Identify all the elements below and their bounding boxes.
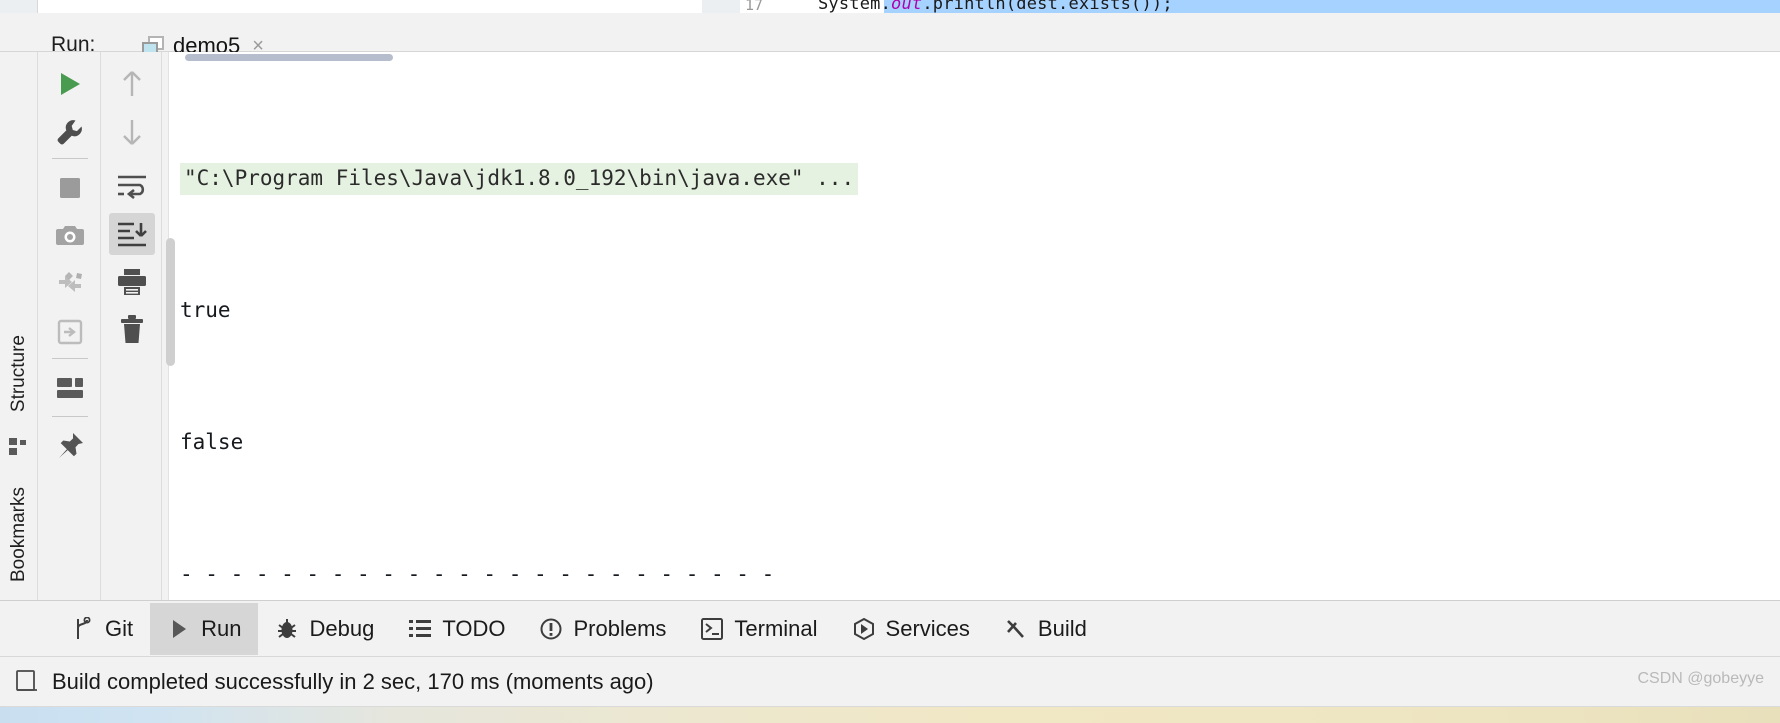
sidebar-item-structure[interactable]: Structure [0, 314, 38, 434]
console-line: true [180, 298, 231, 322]
pin-icon [59, 433, 83, 458]
status-bar: Build completed successfully in 2 sec, 1… [0, 657, 1780, 707]
stop-square-icon [60, 178, 80, 198]
stop-button[interactable] [39, 164, 101, 212]
scroll-to-end-button[interactable] [101, 210, 162, 258]
soft-wrap-button[interactable] [101, 162, 162, 210]
console-line-separator: - - - - - - - - - - - - - - - - - - - - … [180, 562, 775, 586]
tab-build[interactable]: Build [987, 603, 1104, 655]
tab-todo[interactable]: TODO [391, 603, 522, 655]
run-actions-toolbar [39, 52, 101, 600]
tab-label: Terminal [734, 615, 818, 641]
services-play-icon [852, 617, 876, 641]
dump-threads-button[interactable] [39, 260, 101, 308]
bottom-accent-bar [0, 707, 1780, 723]
bug-icon [275, 617, 299, 641]
command-line-text: "C:\Program Files\Java\jdk1.8.0_192\bin\… [180, 163, 859, 195]
editor-code-line: System.out.println(dest.exists()); [818, 0, 1173, 13]
console-scrollbar-thumb[interactable] [166, 238, 175, 366]
arrow-up-icon [122, 71, 141, 96]
code-field-out: out [891, 0, 923, 13]
soft-wrap-icon [117, 175, 146, 199]
editor-sliver: 17 System.out.println(dest.exists()); [0, 0, 1780, 13]
watermark: CSDN @gobeyye [1637, 670, 1764, 687]
screenshot-button[interactable] [39, 212, 101, 260]
toolbar-divider-1 [52, 158, 88, 159]
editor-gutter-secondary [702, 0, 740, 13]
tab-services[interactable]: Services [835, 603, 987, 655]
terminal-prompt-icon [700, 617, 724, 641]
arrow-down-icon [122, 120, 141, 145]
intellij-run-window: 17 System.out.println(dest.exists()); Ru… [0, 0, 1780, 723]
layout-button[interactable] [39, 364, 101, 412]
trash-icon [120, 315, 143, 343]
tab-label: Services [885, 615, 970, 641]
tab-problems[interactable]: Problems [522, 603, 683, 655]
tab-run[interactable]: Run [150, 602, 259, 655]
clear-all-button[interactable] [101, 306, 162, 354]
build-hammer-icon [1004, 617, 1028, 641]
console-line-command: "C:\Program Files\Java\jdk1.8.0_192\bin\… [180, 156, 859, 200]
console-output-panel[interactable]: "C:\Program Files\Java\jdk1.8.0_192\bin\… [162, 52, 1780, 600]
tab-label: Problems [573, 615, 667, 641]
tab-label: Run [201, 615, 242, 641]
thread-dump-icon [59, 272, 82, 292]
camera-icon [56, 226, 84, 245]
wrench-icon [57, 120, 82, 145]
sidebar-item-bookmarks[interactable]: Bookmarks [0, 470, 38, 600]
code-suffix: .println(dest.exists()); [922, 0, 1173, 13]
print-button[interactable] [101, 258, 162, 306]
rerun-button[interactable] [39, 60, 101, 108]
code-prefix: System. [818, 0, 892, 13]
tab-label: TODO [442, 615, 506, 641]
tab-terminal[interactable]: Terminal [683, 603, 834, 655]
git-branch-icon [71, 616, 95, 641]
structure-icon [9, 438, 28, 457]
console-line: false [180, 430, 244, 454]
console-text: "C:\Program Files\Java\jdk1.8.0_192\bin\… [180, 68, 859, 600]
attach-arrow-icon [57, 319, 83, 345]
toolbar-divider-2 [52, 358, 88, 359]
tab-label: Debug [309, 615, 375, 641]
console-horizontal-scrollbar-thumb[interactable] [185, 54, 393, 61]
status-message: Build completed successfully in 2 sec, 1… [52, 668, 654, 694]
editor-line-number: 17 [745, 0, 764, 13]
build-status-icon [14, 669, 40, 695]
play-icon [61, 73, 80, 95]
scroll-up-button[interactable] [101, 60, 162, 108]
scroll-down-button[interactable] [101, 108, 162, 156]
edit-configuration-button[interactable] [39, 108, 101, 156]
structure-label: Structure [8, 335, 29, 413]
left-tool-rail: Structure Bookmarks [0, 52, 38, 631]
bookmarks-label: Bookmarks [8, 487, 29, 583]
tab-label: Build [1037, 615, 1087, 641]
toolbar-divider-3 [52, 416, 88, 417]
todo-list-icon [408, 617, 432, 641]
tab-git[interactable]: Git [54, 603, 150, 655]
layout-icon [57, 378, 83, 398]
printer-icon [117, 269, 146, 295]
scroll-to-end-icon [117, 222, 147, 247]
play-triangle-icon [167, 617, 191, 641]
editor-blank-area [39, 0, 702, 13]
pin-button[interactable] [39, 422, 101, 470]
run-window-header: Run: demo5 × [0, 13, 1780, 65]
attach-button[interactable] [39, 308, 101, 356]
problems-exclamation-icon [539, 617, 563, 641]
tab-debug[interactable]: Debug [258, 603, 391, 655]
bottom-tool-window-bar: Git Run Debug TODO Problems Terminal Ser… [0, 600, 1780, 657]
tab-label: Git [105, 615, 134, 641]
editor-left-gutter [0, 0, 38, 13]
console-actions-toolbar [101, 52, 162, 600]
